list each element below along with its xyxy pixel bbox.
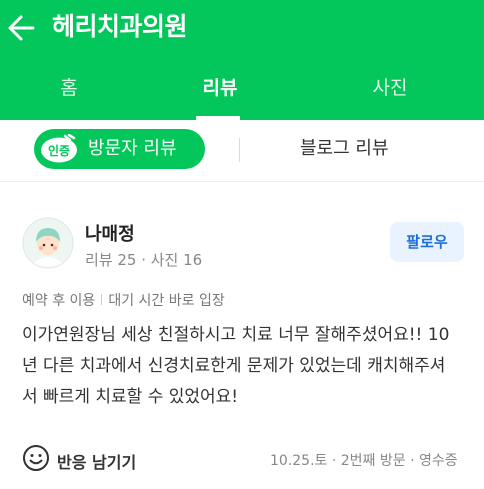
review-text-line: 년 다른 치과에서 신경치료한게 문제가 있었는데 캐치해주셔 [22, 356, 446, 376]
reviewer-stats: 리뷰 25 · 사진 16 [85, 251, 203, 269]
top-app-bar: 헤리치과의원 [0, 0, 484, 57]
tab-bar: 홈 리뷰 사진 [0, 57, 484, 120]
review-text-line: 서 빠르게 치료할 수 있었어요! [22, 387, 239, 407]
verified-badge-text: 인증 [48, 143, 70, 158]
blog-review-button[interactable]: 블로그 리뷰 [300, 129, 389, 169]
tab-home[interactable]: 홈 [0, 57, 138, 120]
tab-photos[interactable]: 사진 [330, 57, 450, 120]
review-tag: 예약 후 이용 [22, 293, 96, 309]
smile-icon[interactable] [22, 444, 50, 472]
page-title: 헤리치과의원 [52, 12, 188, 41]
leave-reaction-button[interactable]: 반응 남기기 [57, 449, 136, 473]
review-type-selector: 인증 방문자 리뷰 블로그 리뷰 [0, 120, 484, 182]
tag-separator [101, 294, 103, 305]
divider [239, 138, 240, 162]
back-arrow-icon[interactable] [6, 12, 38, 44]
review-tag: 대기 시간 바로 입장 [108, 293, 225, 309]
follow-button[interactable]: 팔로우 [390, 222, 464, 262]
tab-reviews[interactable]: 리뷰 [170, 57, 270, 120]
user-avatar[interactable] [22, 217, 74, 269]
visit-info: 10.25.토 · 2번째 방문 · 영수증 [270, 453, 458, 469]
visitor-review-label: 방문자 리뷰 [88, 138, 177, 159]
review-text-line: 이가연원장님 세상 친절하시고 치료 너무 잘해주셨어요!! 10 [22, 325, 450, 345]
review-text: 이가연원장님 세상 친절하시고 치료 너무 잘해주셨어요!! 10 년 다른 치… [22, 320, 468, 413]
review-tags: 예약 후 이용 대기 시간 바로 입장 [22, 290, 225, 310]
verified-badge-icon: 인증 [41, 134, 77, 163]
visitor-review-button[interactable]: 인증 방문자 리뷰 [34, 129, 205, 169]
reviewer-name[interactable]: 나매정 [85, 220, 135, 246]
